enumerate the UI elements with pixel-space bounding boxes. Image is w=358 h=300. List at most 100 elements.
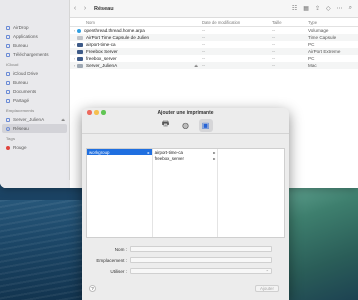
browser-item[interactable]: workgroup ▸	[87, 149, 152, 155]
finder-sidebar: AirDrop Applications Bureau Téléchargements…	[0, 0, 70, 188]
tag-icon[interactable]: ◇	[326, 5, 331, 12]
sidebar-item[interactable]: AirDrop	[0, 23, 69, 32]
column-size[interactable]: Taille	[272, 20, 308, 25]
column-type[interactable]: Type	[308, 20, 358, 25]
row-size: --	[272, 49, 276, 54]
dialog-toolbar: 🖶 ◍ ▣	[82, 117, 289, 134]
red-tag-icon	[6, 145, 10, 150]
airdrop-icon	[6, 25, 10, 30]
eject-icon[interactable]: ⏏	[194, 63, 198, 68]
row-type: PC	[308, 42, 315, 47]
row-name: airport-time-ca	[86, 42, 116, 47]
row-size: --	[272, 28, 276, 33]
sidebar-item[interactable]: Documents	[0, 87, 69, 96]
row-name: freebox_server	[86, 56, 117, 61]
sidebar-item[interactable]: iCloud Drive	[0, 69, 69, 78]
dialog-titlebar: Ajouter une imprimante	[82, 108, 289, 117]
row-name-cell: › airport-time-ca	[70, 42, 202, 47]
row-type: AirPort Extreme	[308, 49, 341, 54]
sidebar-item-label: Bureau	[13, 43, 28, 48]
back-button[interactable]: ‹	[70, 5, 80, 12]
row-name: openthread.thread.home.arpa	[84, 28, 145, 33]
group-icon[interactable]: ▦	[303, 5, 309, 12]
desktop-folder-icon	[6, 80, 10, 85]
name-field[interactable]	[130, 246, 272, 252]
sidebar-item-label: Applications	[13, 34, 38, 39]
forward-button[interactable]: ›	[80, 5, 90, 12]
search-icon[interactable]: ⌕	[349, 5, 352, 12]
table-row[interactable]: Freebox Server -- -- AirPort Extreme	[70, 48, 358, 55]
downloads-icon	[6, 52, 10, 57]
row-date: --	[202, 56, 206, 61]
sidebar-item[interactable]: Réseau	[2, 124, 67, 133]
sidebar-item[interactable]: Bureau	[0, 41, 69, 50]
chevron-right-icon: ▸	[213, 155, 216, 161]
monitor-icon	[77, 42, 83, 47]
sidebar-item-label: Réseau	[13, 126, 29, 131]
row-date: --	[202, 63, 206, 68]
desktop-folder-icon	[6, 43, 10, 48]
sidebar-item[interactable]: Server_JulienA ⏏	[0, 115, 69, 124]
list-rows: › openthread.thread.home.arpa -- -- Volumage…	[70, 27, 358, 69]
table-row[interactable]: AirPort Time Capsule de Julien -- -- Time C…	[70, 34, 358, 41]
table-row[interactable]: › openthread.thread.home.arpa -- -- Volumage	[70, 27, 358, 34]
column-date[interactable]: Date de modification	[202, 20, 272, 25]
chevron-updown-icon: ⌃	[265, 269, 269, 274]
row-type: PC	[308, 56, 315, 61]
row-date: --	[202, 28, 206, 33]
sidebar-item-label: Bureau	[13, 80, 28, 85]
shared-folder-icon	[6, 98, 10, 103]
sidebar-item-label: iCloud Drive	[13, 71, 39, 76]
driver-select[interactable]: ⌃	[130, 268, 272, 274]
windows-printer-icon[interactable]: ▣	[198, 118, 213, 132]
finder-sidebar-footer	[0, 180, 70, 188]
chevron-right-icon: ▸	[213, 149, 216, 155]
browser-item[interactable]: freebox_server ▸	[153, 155, 218, 161]
row-size: --	[272, 42, 276, 47]
chevron-right-icon: ▸	[147, 149, 150, 155]
sidebar-item-label: Documents	[13, 89, 37, 94]
browser-column-2: airport-time-ca ▸ freebox_server ▸	[153, 149, 219, 237]
share-icon[interactable]: ⇪	[315, 5, 320, 12]
sidebar-section-header: Tags	[6, 136, 16, 141]
printer-form: Nom : Emplacement : Utiliser : ⌃	[82, 244, 289, 277]
sidebar-item[interactable]: Rouge	[0, 143, 69, 152]
table-row[interactable]: › Server_JulienA ⏏ -- -- Mac	[70, 62, 358, 69]
documents-icon	[6, 89, 10, 94]
browser-column-1: workgroup ▸	[87, 149, 153, 237]
row-size: --	[272, 63, 276, 68]
location-field[interactable]	[130, 257, 272, 263]
default-printer-icon[interactable]: 🖶	[159, 119, 173, 132]
table-row[interactable]: › airport-time-ca -- -- PC	[70, 41, 358, 48]
eject-icon[interactable]: ⏏	[61, 117, 65, 122]
finder-toolbar: ‹ › Réseau ☷ ▦ ⇪ ◇ ⋯ ⌕	[70, 0, 358, 18]
dialog-title: Ajouter une imprimante	[157, 110, 214, 116]
sidebar-section-header: Emplacements	[6, 108, 35, 113]
add-button[interactable]: Ajouter	[255, 285, 279, 292]
sidebar-item-label: Téléchargements	[13, 52, 49, 57]
row-name: Server_JulienA	[86, 63, 118, 68]
sidebar-item[interactable]: Bureau	[0, 78, 69, 87]
table-row[interactable]: › freebox_server -- -- PC	[70, 55, 358, 62]
row-date: --	[202, 42, 206, 47]
row-name-cell: › Server_JulienA ⏏	[70, 63, 202, 68]
sidebar-item[interactable]: Téléchargements	[0, 50, 69, 59]
help-button[interactable]: ?	[89, 285, 96, 292]
row-name-cell: AirPort Time Capsule de Julien	[70, 35, 202, 40]
sidebar-item[interactable]: Partagé	[0, 96, 69, 105]
sidebar-item-label: Rouge	[13, 145, 27, 150]
ip-globe-icon[interactable]: ◍	[179, 119, 193, 132]
use-label: Utiliser :	[110, 268, 127, 274]
globe-icon	[77, 28, 81, 33]
more-icon[interactable]: ⋯	[337, 5, 343, 12]
sidebar-item-label: Server_JulienA	[13, 117, 45, 122]
sidebar-item[interactable]: Applications	[0, 32, 69, 41]
sidebar-item-label: Partagé	[13, 98, 30, 103]
sidebar-item-label: AirDrop	[13, 25, 29, 30]
row-type: Volumage	[308, 28, 329, 33]
window-title: Réseau	[94, 5, 114, 12]
view-options-icon[interactable]: ☷	[292, 5, 297, 12]
column-name[interactable]: Nom	[70, 20, 202, 25]
location-label: Emplacement :	[96, 257, 127, 263]
server-icon	[6, 117, 10, 122]
